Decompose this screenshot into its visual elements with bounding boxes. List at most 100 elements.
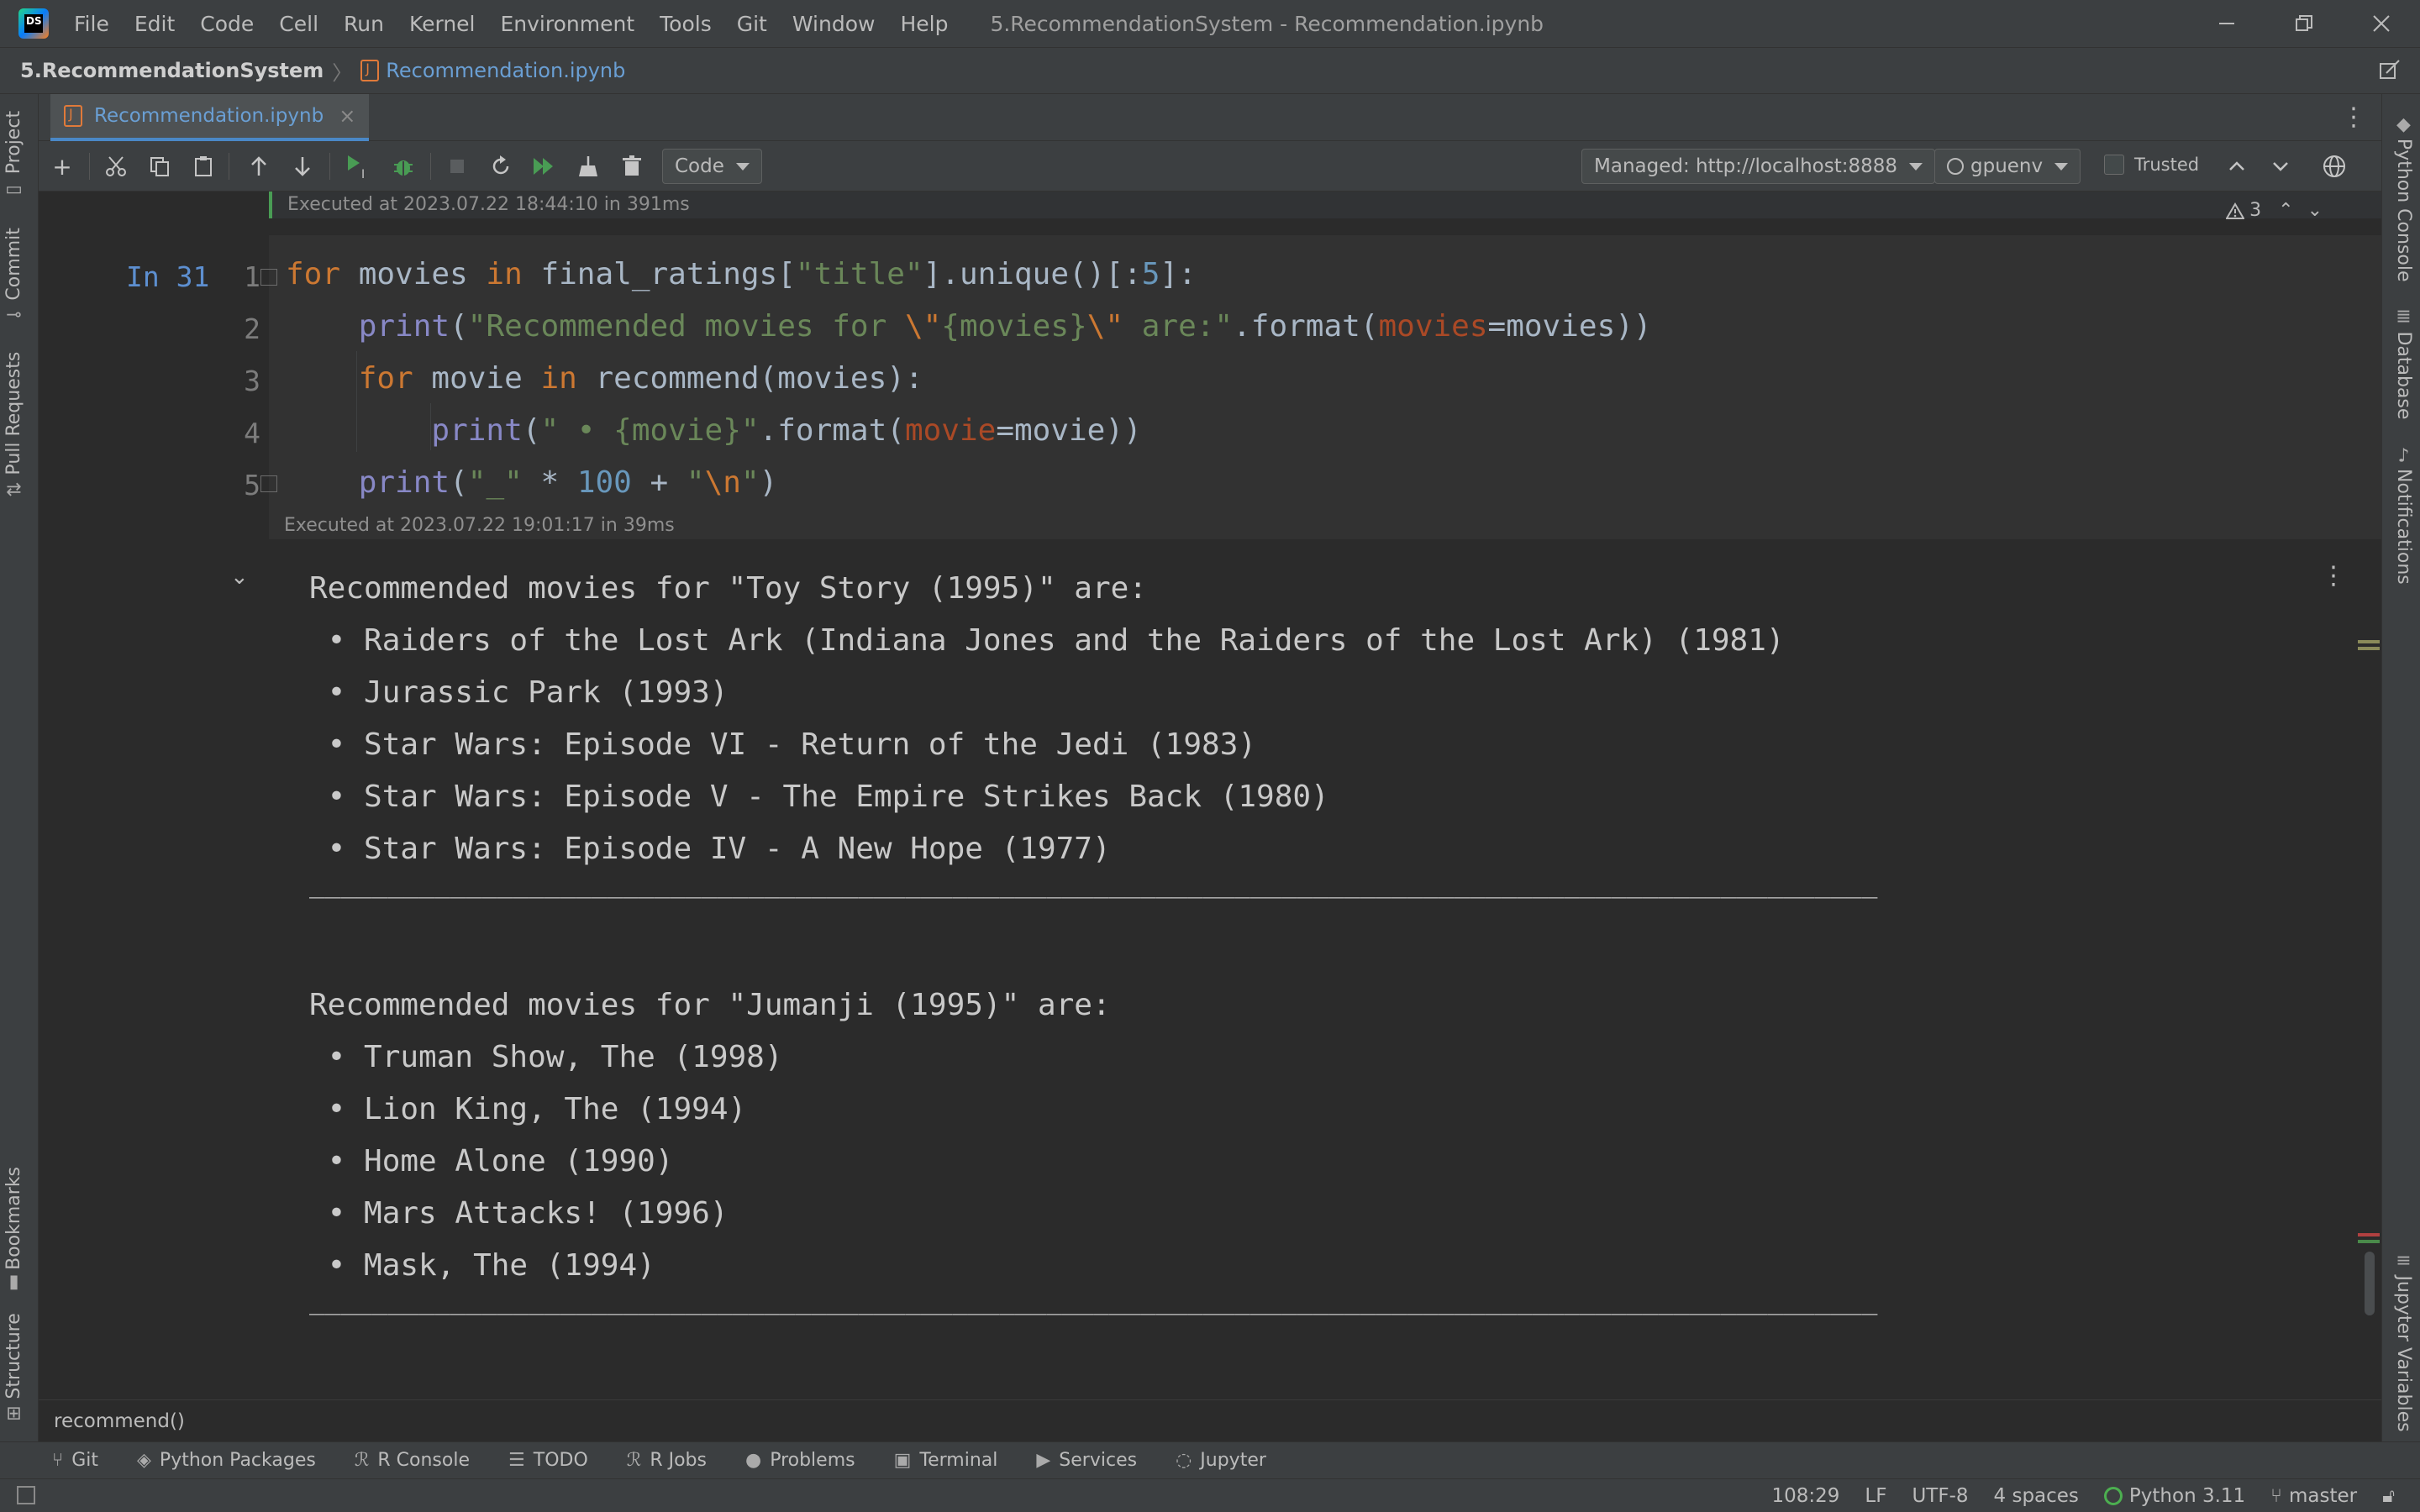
tool-python-packages[interactable]: ◈ Python Packages (137, 1450, 316, 1471)
tool-services[interactable]: ▶ Services (1036, 1450, 1137, 1471)
bookmark-icon: ▮ (8, 1271, 19, 1293)
chevron-up-icon[interactable]: ⌃ (2278, 200, 2293, 221)
menu-file[interactable]: File (74, 12, 109, 36)
menu-git[interactable]: Git (737, 12, 767, 36)
add-cell-button[interactable]: + (45, 150, 79, 183)
kernel-select[interactable]: gpuenv (1934, 149, 2081, 184)
debug-cell-button[interactable] (387, 150, 420, 183)
interrupt-kernel-button[interactable] (440, 150, 474, 183)
list-icon: ☰ (508, 1450, 525, 1471)
fold-icon[interactable] (260, 269, 277, 286)
tool-services-label: Services (1059, 1450, 1138, 1471)
window-controls (2188, 0, 2420, 47)
tool-commit[interactable]: ⊸ Commit (3, 228, 24, 325)
minimize-button[interactable] (2188, 0, 2265, 47)
editor-breadcrumb[interactable]: recommend() (39, 1399, 2381, 1441)
chevron-down-icon[interactable]: ⌄ (2307, 200, 2323, 221)
close-tab-icon[interactable]: × (339, 104, 355, 128)
close-window-button[interactable] (2343, 0, 2420, 47)
breadcrumb-project[interactable]: 5.RecommendationSystem (20, 59, 324, 82)
run-all-button[interactable] (528, 150, 561, 183)
file-encoding[interactable]: UTF-8 (1912, 1485, 1968, 1507)
run-cell-button[interactable]: I (341, 150, 375, 183)
toolbar-divider (329, 153, 330, 180)
tool-jupyter-label: Jupyter (1200, 1450, 1266, 1471)
tool-terminal[interactable]: ▣ Terminal (894, 1450, 998, 1471)
pull-request-icon: ⇄ (6, 479, 22, 501)
fold-icon[interactable] (260, 475, 277, 492)
notebook-editor[interactable]: Executed at 2023.07.22 18:44:10 in 391ms… (39, 192, 2381, 1399)
scroll-mark (2358, 1240, 2380, 1243)
restore-button[interactable] (2265, 0, 2343, 47)
tool-git[interactable]: ⑂ Git (52, 1450, 98, 1471)
tool-pull-requests[interactable]: ⇄ Pull Requests (3, 351, 24, 501)
indent-setting[interactable]: 4 spaces (1994, 1485, 2079, 1507)
chevron-up-icon (2229, 161, 2244, 171)
move-cell-down-button[interactable] (286, 150, 319, 183)
cut-cell-button[interactable] (99, 150, 133, 183)
clear-outputs-button[interactable] (571, 150, 605, 183)
menu-kernel[interactable]: Kernel (409, 12, 476, 36)
tab-recommendation[interactable]: Recommendation.ipynb × (50, 94, 370, 141)
tool-problems[interactable]: ● Problems (745, 1450, 855, 1471)
chevron-down-icon (2054, 162, 2069, 171)
tool-bookmarks[interactable]: ▮ Bookmarks (3, 1166, 24, 1292)
menu-tools[interactable]: Tools (660, 12, 712, 36)
edit-icon[interactable] (2378, 58, 2402, 85)
server-select[interactable]: Managed: http://localhost:8888 (1581, 149, 1936, 184)
next-cell-button[interactable] (2264, 150, 2297, 183)
editor-scrollbar[interactable] (2353, 192, 2381, 1399)
toolbar-divider (430, 153, 431, 180)
tool-notifications-label: Notifications (2393, 469, 2414, 585)
menu-cell[interactable]: Cell (279, 12, 318, 36)
trusted-checkbox[interactable] (2104, 155, 2124, 175)
move-cell-up-button[interactable] (242, 150, 276, 183)
copy-cell-button[interactable] (143, 150, 176, 183)
tool-structure[interactable]: ⊞ Structure (3, 1313, 24, 1424)
menu-help[interactable]: Help (900, 12, 948, 36)
tool-project[interactable]: ▭ Project (3, 111, 24, 200)
tool-notifications[interactable]: ♪ Notifications (2393, 446, 2414, 585)
python-icon: ◆ (2396, 113, 2411, 135)
menu-run[interactable]: Run (344, 12, 384, 36)
tool-python-console[interactable]: ◆ Python Console (2393, 114, 2414, 282)
collapse-output-icon[interactable]: ⌄ (230, 564, 249, 590)
more-vertical-icon[interactable]: ⋮ (2341, 102, 2366, 132)
title-bar: DS File Edit Code Cell Run Kernel Enviro… (0, 0, 2420, 47)
tool-todo[interactable]: ☰ TODO (508, 1450, 588, 1471)
menu-window[interactable]: Window (792, 12, 876, 36)
python-interpreter[interactable]: Python 3.11 (2103, 1485, 2245, 1507)
tool-r-console[interactable]: ℛ R Console (355, 1450, 470, 1471)
arrow-down-icon (295, 157, 310, 176)
caret-position[interactable]: 108:29 (1772, 1485, 1840, 1507)
tool-r-jobs[interactable]: ℛ R Jobs (627, 1450, 707, 1471)
restart-kernel-button[interactable] (484, 150, 518, 183)
previous-cell-button[interactable] (2220, 150, 2254, 183)
tool-pull-requests-label: Pull Requests (3, 351, 24, 475)
cell-type-select[interactable]: Code (662, 149, 762, 184)
menu-code[interactable]: Code (200, 12, 254, 36)
breadcrumb: 5.RecommendationSystem 〉 Recommendation.… (0, 47, 2420, 94)
warning-count: 3 (2249, 200, 2262, 221)
inspection-widget[interactable]: 3 ⌃ ⌄ (2226, 200, 2323, 221)
output-line: • Mars Attacks! (1996) (309, 1196, 729, 1231)
tool-jupyter-variables[interactable]: ≡ Jupyter Variables (2393, 1251, 2414, 1432)
line-separator[interactable]: LF (1865, 1485, 1886, 1507)
tool-structure-label: Structure (3, 1313, 24, 1399)
paste-cell-button[interactable] (187, 150, 220, 183)
menu-environment[interactable]: Environment (501, 12, 635, 36)
trusted-toggle[interactable]: Trusted (2104, 155, 2199, 175)
scroll-thumb[interactable] (2365, 1252, 2375, 1315)
delete-cell-button[interactable] (615, 150, 649, 183)
breadcrumb-file[interactable]: Recommendation.ipynb (360, 59, 625, 82)
tool-jupyter[interactable]: ◌ Jupyter (1176, 1450, 1266, 1471)
editor-breadcrumb-label: recommend() (54, 1410, 185, 1432)
toggle-tool-windows-icon[interactable] (17, 1486, 35, 1504)
tool-bookmarks-label: Bookmarks (3, 1166, 24, 1270)
open-in-browser-button[interactable] (2317, 150, 2351, 183)
output-menu-icon[interactable]: ⋮ (2321, 561, 2346, 591)
tool-database[interactable]: ≣ Database (2393, 307, 2414, 420)
lock-icon[interactable]: 🔓︎ (2382, 1485, 2395, 1507)
menu-edit[interactable]: Edit (134, 12, 175, 36)
git-branch[interactable]: ⑂ master (2270, 1485, 2357, 1507)
